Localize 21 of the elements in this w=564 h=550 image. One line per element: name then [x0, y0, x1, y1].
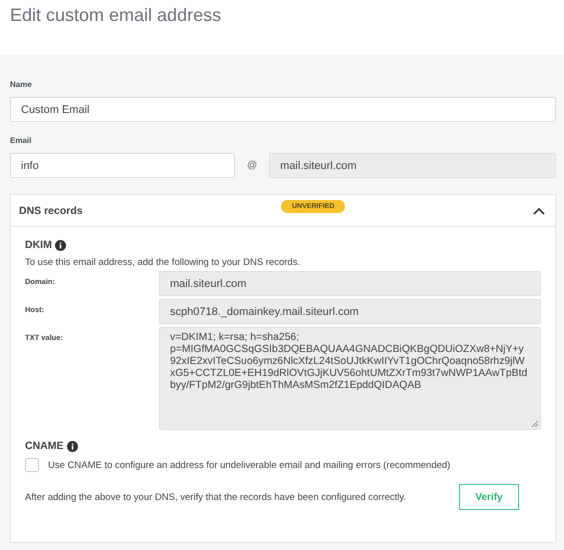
- record-value-field: scph0718._domainkey.mail.siteurl.com: [159, 299, 541, 324]
- at-sign: @: [247, 160, 258, 171]
- resize-grip-icon[interactable]: [532, 421, 538, 427]
- section-title: CNAME: [25, 440, 64, 452]
- page-title: Edit custom email address: [10, 4, 222, 26]
- section-title: DKIM: [25, 239, 52, 251]
- email-field[interactable]: info: [10, 153, 235, 178]
- description-text: To use this email address, add the following to your DNS records.: [25, 257, 302, 268]
- checkbox[interactable]: [25, 458, 39, 472]
- instruction-text: After adding the above to your DNS, verify that the records have been configured correctly.: [25, 492, 406, 502]
- chevron-icon[interactable]: [533, 206, 545, 214]
- field-label: Name: [10, 80, 32, 89]
- info-icon[interactable]: [54, 240, 66, 250]
- panel-title: DNS records: [19, 204, 83, 216]
- name-field[interactable]: Custom Email: [10, 97, 556, 122]
- domain-field: mail.siteurl.com: [269, 153, 556, 178]
- info-icon[interactable]: [66, 440, 78, 452]
- txt-value-field[interactable]: v=DKIM1; k=rsa; h=sha256; p=MIGfMA0GCSqGSIb3DQEBAQUAA4GNADCBiQKBgQDUiOZXw8+NjY+y 92xIE2xvITeCSuo6ymz6NlcXfzL24tSoUJtkKwIIYvT1gOChrQoaqno58rhz9jlW xG5+CCTZL0E+EH19dRlOVtGJjKUV56ohtUMtZXrTm93t7wNWP1AAwTpBtd byy/FTpM2/grG9jbtEhThMAsMSm2fZ1EpddQIDAQAB: [159, 327, 541, 430]
- checkbox-label: Use CNAME to configure an address for undeliverable email and mailing errors (recommended): [48, 460, 450, 470]
- record-value-field: mail.siteurl.com: [159, 271, 541, 296]
- field-label: Email: [10, 136, 32, 145]
